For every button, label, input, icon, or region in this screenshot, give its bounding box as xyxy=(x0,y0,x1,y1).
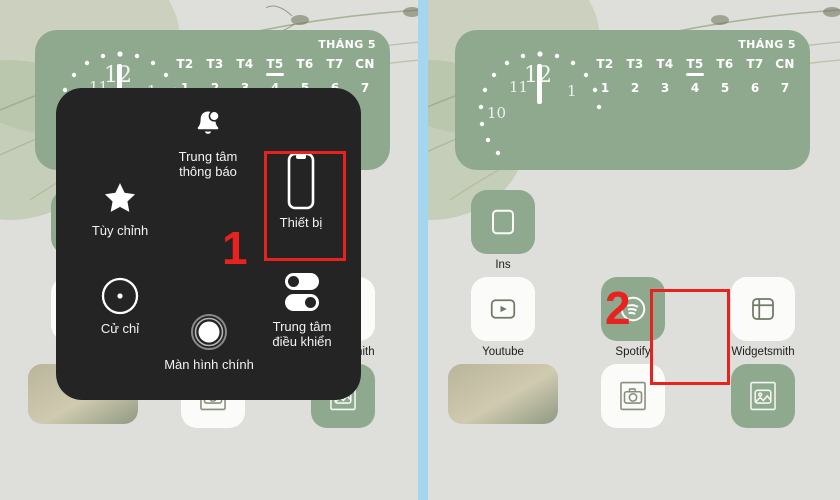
weekday-t7: T7 xyxy=(746,57,764,71)
highlight-box-device xyxy=(264,151,346,261)
app-row-3 xyxy=(448,364,818,433)
calendar-clock-widget-right[interactable]: 12 11 1 10 THÁNG 5 T2 T3 T4 T5 T6 T7 CN xyxy=(455,30,810,170)
widgetsmith-icon xyxy=(731,277,795,341)
highlight-box-more xyxy=(650,289,730,385)
weekday-t2: T2 xyxy=(176,57,194,71)
step-number-2: 2 xyxy=(605,282,631,334)
weekday-t2: T2 xyxy=(596,57,614,71)
bell-icon xyxy=(152,102,264,146)
day-number: 5 xyxy=(720,81,730,95)
menu-item-favorites[interactable]: Tùy chỉnh xyxy=(66,176,174,238)
app-instagram[interactable]: Ins xyxy=(448,190,558,271)
weekday-t3: T3 xyxy=(626,57,644,71)
app-photo[interactable] xyxy=(448,364,558,433)
day-number: 7 xyxy=(780,81,790,95)
weekday-t7: T7 xyxy=(326,57,344,71)
day-number: 3 xyxy=(660,81,670,95)
app-row-2: Youtube Spotify xyxy=(448,277,818,358)
calendar-month-label: THÁNG 5 xyxy=(318,38,376,51)
star-icon xyxy=(66,176,174,220)
app-youtube[interactable]: Youtube xyxy=(448,277,558,358)
calendar-number-row: 1 2 3 4 5 6 7 xyxy=(590,81,800,95)
day-number: 7 xyxy=(360,81,370,95)
analog-clock-icon: 12 11 1 10 xyxy=(478,51,602,156)
weekday-t4: T4 xyxy=(656,57,674,71)
step-number-1: 1 xyxy=(222,222,248,274)
weekday-t5-selected: T5 xyxy=(262,57,288,76)
weekday-t6: T6 xyxy=(296,57,314,71)
calendar-strip-right: THÁNG 5 T2 T3 T4 T5 T6 T7 CN 1 2 3 4 5 6 xyxy=(590,38,800,95)
home-circle-icon xyxy=(154,310,264,354)
svg-text:1: 1 xyxy=(567,82,577,100)
calendar-weekday-row: T2 T3 T4 T5 T6 T7 CN xyxy=(590,57,800,76)
weekday-cn: CN xyxy=(355,57,375,71)
weekday-t5-selected: T5 xyxy=(682,57,708,76)
menu-item-notification-center[interactable]: Trung tâm thông báo xyxy=(152,102,264,179)
phone-screen-left: 12 11 1 10 THÁNG 5 T2 T3 T4 T5 T6 T7 CN xyxy=(0,0,420,500)
app-grid-right: Ins Youtube Spotify Widgetsmith xyxy=(448,190,818,439)
menu-item-label: Trung tâm thông báo xyxy=(178,149,238,179)
app-slot-empty xyxy=(578,190,688,271)
panel-divider xyxy=(418,0,428,500)
day-number: 4 xyxy=(690,81,700,95)
day-number: 6 xyxy=(750,81,760,95)
weekday-cn: CN xyxy=(775,57,795,71)
instagram-icon xyxy=(471,190,535,254)
app-row-1: Ins xyxy=(448,190,818,271)
menu-item-label: Trung tâm điều khiển xyxy=(272,319,332,349)
photo-frame-icon xyxy=(448,364,558,424)
menu-item-label: Tùy chỉnh xyxy=(91,223,149,238)
app-label: Ins xyxy=(495,259,511,271)
screenshot-stage: 12 11 1 10 THÁNG 5 T2 T3 T4 T5 T6 T7 CN xyxy=(0,0,840,500)
weekday-t3: T3 xyxy=(206,57,224,71)
calendar-strip: THÁNG 5 T2 T3 T4 T5 T6 T7 CN 1 2 3 4 5 6 xyxy=(170,38,380,95)
app-label: Youtube xyxy=(482,346,524,358)
menu-item-label: Màn hình chính xyxy=(164,357,254,372)
app-slot-empty xyxy=(708,190,818,271)
day-number: 2 xyxy=(630,81,640,95)
svg-text:10: 10 xyxy=(487,104,506,122)
toggle-on xyxy=(285,294,319,311)
calendar-weekday-row: T2 T3 T4 T5 T6 T7 CN xyxy=(170,57,380,76)
menu-item-home[interactable]: Màn hình chính xyxy=(154,310,264,372)
phone-screen-right: 12 11 1 10 THÁNG 5 T2 T3 T4 T5 T6 T7 CN xyxy=(420,0,840,500)
svg-text:11: 11 xyxy=(509,78,528,96)
youtube-icon xyxy=(471,277,535,341)
toggle-off xyxy=(285,273,319,290)
image-icon xyxy=(731,364,795,428)
day-number: 1 xyxy=(600,81,610,95)
toggles-icon xyxy=(250,268,354,316)
menu-item-control-center[interactable]: Trung tâm điều khiển xyxy=(250,268,354,349)
weekday-t4: T4 xyxy=(236,57,254,71)
weekday-t6: T6 xyxy=(716,57,734,71)
calendar-month-label: THÁNG 5 xyxy=(738,38,796,51)
